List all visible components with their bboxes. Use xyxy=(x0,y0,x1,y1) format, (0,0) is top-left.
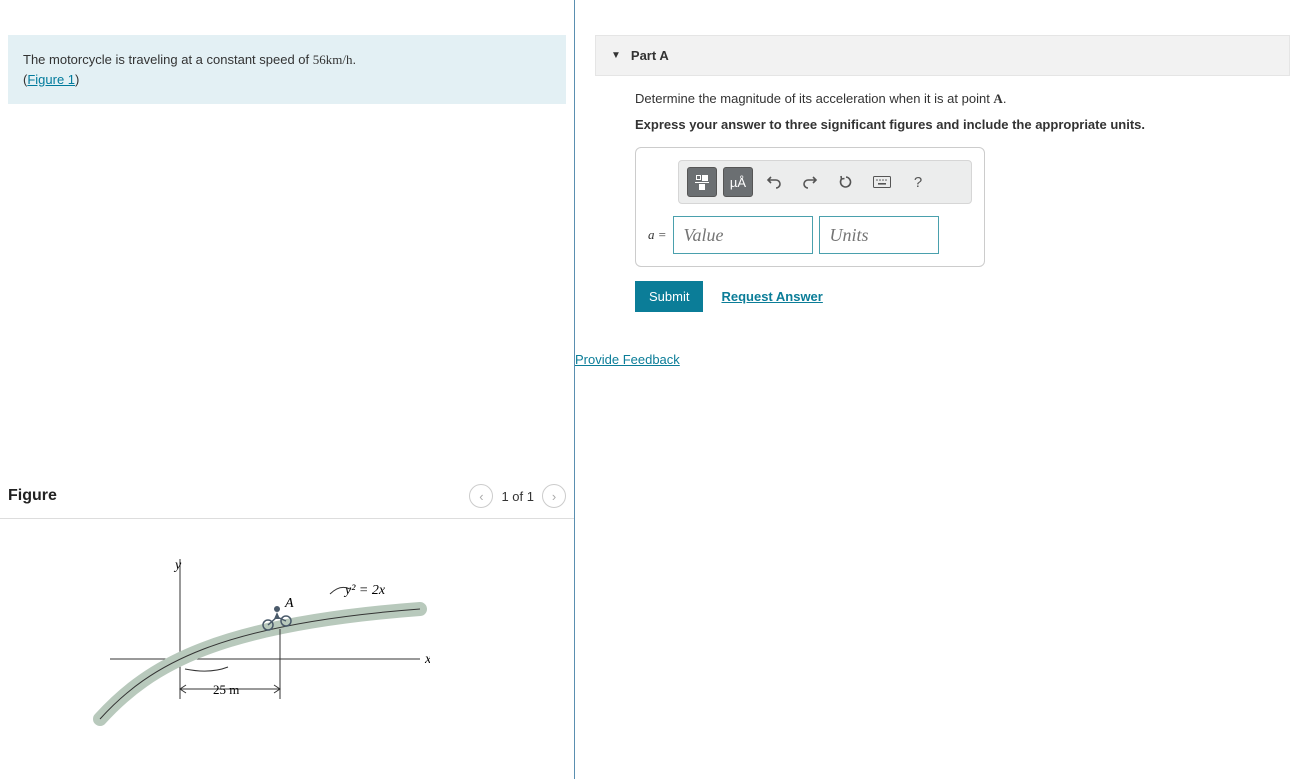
figure-next-button[interactable]: › xyxy=(542,484,566,508)
prompt-text: Determine the magnitude of its accelerat… xyxy=(635,91,1290,107)
a-equals-label: a = xyxy=(648,227,667,243)
provide-feedback-link[interactable]: Provide Feedback xyxy=(575,352,680,367)
figure-prev-button[interactable]: ‹ xyxy=(469,484,493,508)
problem-statement: The motorcycle is traveling at a constan… xyxy=(8,35,566,104)
problem-text-prefix: The motorcycle is traveling at a constan… xyxy=(23,52,313,67)
dist-label: 25 m xyxy=(213,682,239,697)
right-pane: ▼ Part A Determine the magnitude of its … xyxy=(575,0,1290,779)
template-picker-button[interactable] xyxy=(687,167,717,197)
problem-speed: 56km/h xyxy=(313,52,353,67)
value-input[interactable] xyxy=(673,216,813,254)
instruction-text: Express your answer to three significant… xyxy=(635,117,1290,132)
caret-down-icon: ▼ xyxy=(611,50,621,61)
keyboard-button[interactable] xyxy=(867,167,897,197)
reset-icon xyxy=(838,174,854,190)
undo-icon xyxy=(766,174,782,190)
redo-button[interactable] xyxy=(795,167,825,197)
figure-body[interactable]: y x A y² = 2x 25 m xyxy=(0,519,574,779)
undo-button[interactable] xyxy=(759,167,789,197)
redo-icon xyxy=(802,174,818,190)
figure-link[interactable]: Figure 1 xyxy=(27,72,75,87)
problem-text-suffix: . xyxy=(353,52,357,67)
request-answer-link[interactable]: Request Answer xyxy=(721,289,822,304)
part-a-body: Determine the magnitude of its accelerat… xyxy=(595,76,1290,312)
figure-title: Figure xyxy=(8,487,57,505)
figure-header: Figure ‹ 1 of 1 › xyxy=(0,474,574,519)
action-row: Submit Request Answer xyxy=(635,281,1290,312)
axis-y-label: y xyxy=(173,558,182,573)
help-button[interactable]: ? xyxy=(903,167,933,197)
fraction-icon xyxy=(695,175,709,190)
point-a-label: A xyxy=(284,596,294,611)
answer-box: µÅ ? a = xyxy=(635,147,985,267)
curve-eq-label: y² = 2x xyxy=(343,583,386,598)
answer-toolbar: µÅ ? xyxy=(678,160,972,204)
figure-pager: 1 of 1 xyxy=(501,489,534,504)
part-a-title: Part A xyxy=(631,48,669,63)
figure-section: Figure ‹ 1 of 1 › xyxy=(0,464,574,779)
axis-x-label: x xyxy=(424,652,430,667)
reset-button[interactable] xyxy=(831,167,861,197)
figure-diagram: y x A y² = 2x 25 m xyxy=(10,549,430,749)
units-input[interactable] xyxy=(819,216,939,254)
submit-button[interactable]: Submit xyxy=(635,281,703,312)
part-a-header[interactable]: ▼ Part A xyxy=(595,35,1290,76)
keyboard-icon xyxy=(873,176,891,188)
left-pane: The motorcycle is traveling at a constan… xyxy=(0,0,575,779)
units-symbol-button[interactable]: µÅ xyxy=(723,167,753,197)
input-row: a = xyxy=(648,216,972,254)
figure-nav: ‹ 1 of 1 › xyxy=(469,484,566,508)
figure-ref-close: ) xyxy=(75,72,79,87)
